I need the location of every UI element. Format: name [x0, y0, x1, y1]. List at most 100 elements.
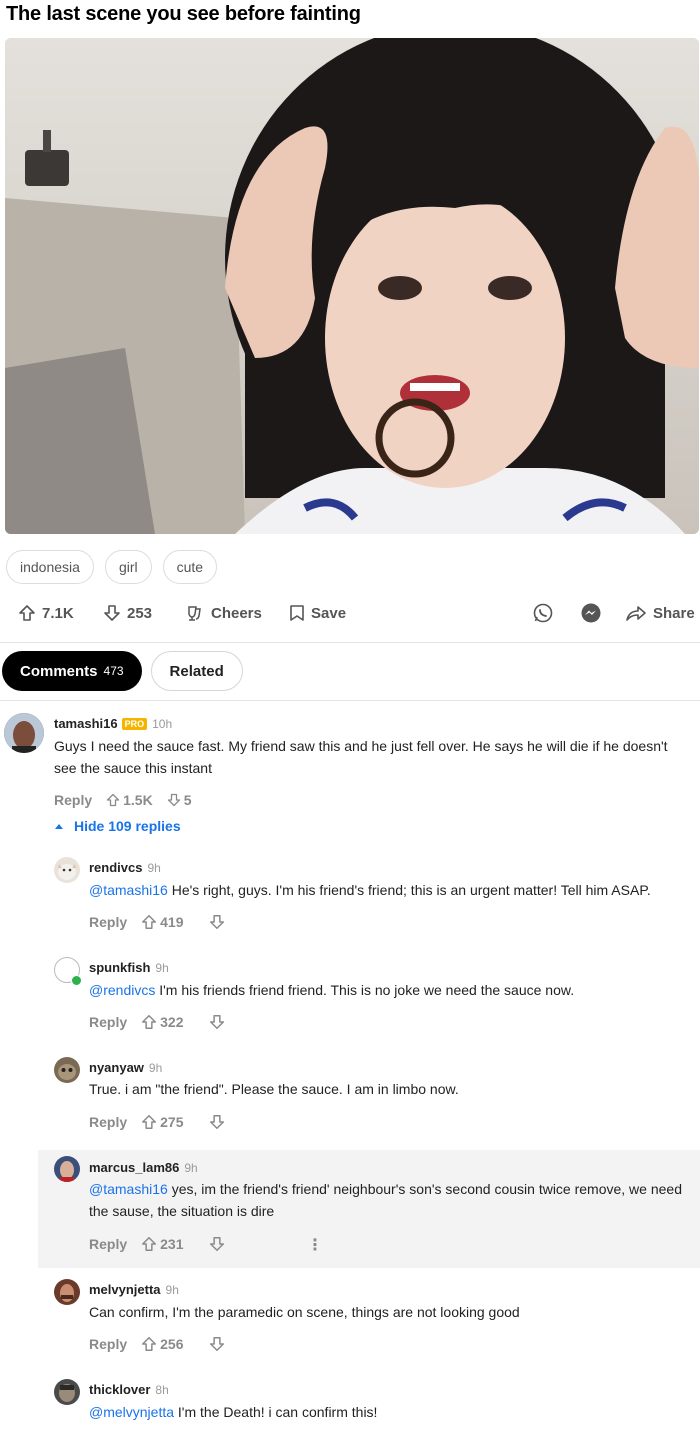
reply-button[interactable]: Reply [89, 1236, 127, 1252]
comment-author: tamashi16 PRO 10h [54, 716, 172, 731]
avatar[interactable] [54, 1279, 80, 1305]
downvote-button[interactable] [209, 914, 225, 930]
comment-time: 10h [152, 717, 173, 731]
username[interactable]: melvynjetta [89, 1282, 161, 1297]
bookmark-icon [290, 605, 304, 621]
share-button[interactable]: Share [625, 596, 695, 630]
reply-actions: Reply 275 [89, 1112, 239, 1132]
hide-replies-label: Hide 109 replies [74, 818, 181, 834]
tag-chip[interactable]: girl [104, 550, 152, 584]
reply-button[interactable]: Reply [89, 914, 127, 930]
arrow-up-icon [19, 605, 35, 621]
upvote-button[interactable]: 419 [141, 914, 183, 930]
divider [0, 700, 700, 701]
reply-author: spunkfish 9h [89, 960, 169, 975]
reply-text: Can confirm, I'm the paramedic on scene,… [89, 1301, 697, 1323]
cheers-button[interactable]: Cheers [185, 596, 262, 630]
arrow-up-icon [142, 1336, 157, 1352]
upvote-button[interactable]: 275 [141, 1114, 183, 1130]
reply-button[interactable]: Reply [54, 792, 92, 808]
post-image-illustration [5, 38, 699, 534]
mention-link[interactable]: @tamashi16 [89, 1181, 168, 1197]
mention-link[interactable]: @rendivcs [89, 982, 155, 998]
downvote-button[interactable]: 253 [103, 596, 152, 630]
mention-link[interactable]: @melvynjetta [89, 1404, 174, 1420]
username[interactable]: thicklover [89, 1382, 150, 1397]
arrow-down-icon [167, 793, 180, 807]
avatar-image [4, 713, 44, 753]
downvote-button[interactable] [209, 1336, 225, 1352]
arrow-down-icon [104, 605, 120, 621]
downvote-count: 5 [183, 792, 192, 808]
upvote-button[interactable]: 256 [141, 1336, 183, 1352]
post-image[interactable] [5, 38, 699, 534]
reply-body: Can confirm, I'm the paramedic on scene,… [89, 1304, 520, 1320]
save-button[interactable]: Save [289, 596, 346, 630]
reply-button[interactable]: Reply [89, 1014, 127, 1030]
whatsapp-share-button[interactable] [532, 596, 554, 630]
avatar[interactable] [4, 713, 44, 753]
tag-chip[interactable]: indonesia [6, 550, 94, 584]
reply-text: @tamashi16 He's right, guys. I'm his fri… [89, 879, 697, 901]
upvote-count: 1.5K [123, 792, 153, 808]
avatar[interactable] [54, 1057, 80, 1083]
upvote-button[interactable]: 231 [141, 1236, 183, 1252]
upvote-count: 275 [160, 1114, 184, 1130]
avatar-image [54, 1057, 80, 1083]
share-label: Share [653, 604, 695, 622]
downvote-button[interactable] [209, 1114, 225, 1130]
arrow-down-icon [210, 1236, 225, 1252]
upvote-button[interactable]: 7.1K [18, 596, 74, 630]
arrow-down-icon [210, 1014, 225, 1030]
reply-button[interactable]: Reply [89, 1336, 127, 1352]
comment-text: Guys I need the sauce fast. My friend sa… [54, 738, 668, 776]
online-status-dot [71, 975, 82, 986]
upvote-button[interactable]: 322 [141, 1014, 183, 1030]
reply-body: I'm his friends friend friend. This is n… [155, 982, 575, 998]
tab-related-label: Related [169, 662, 224, 680]
comment-time: 9h [165, 1283, 179, 1297]
downvote-button[interactable] [209, 1236, 225, 1252]
tab-related[interactable]: Related [150, 651, 243, 691]
comment-time: 9h [155, 961, 169, 975]
arrow-up-icon [142, 1014, 157, 1030]
reply-author: rendivcs 9h [89, 860, 161, 875]
comment-tabs: Comments 473 Related [2, 651, 243, 691]
post-action-bar: 7.1K 253 Cheers Save Share [0, 596, 700, 630]
username[interactable]: nyanyaw [89, 1060, 144, 1075]
messenger-share-button[interactable] [580, 596, 602, 630]
username[interactable]: rendivcs [89, 860, 142, 875]
upvote-button[interactable]: 1.5K [106, 792, 153, 808]
divider [0, 642, 700, 643]
reply-text: @melvynjetta I'm the Death! i can confir… [89, 1401, 697, 1423]
post-title: The last scene you see before fainting [6, 3, 361, 25]
upvote-count: 231 [160, 1236, 184, 1252]
username[interactable]: tamashi16 [54, 716, 118, 731]
tab-comments[interactable]: Comments 473 [2, 651, 142, 691]
reply-text: @rendivcs I'm his friends friend friend.… [89, 979, 697, 1001]
upvote-count: 7.1K [42, 604, 74, 622]
mention-link[interactable]: @tamashi16 [89, 882, 168, 898]
avatar[interactable] [54, 1379, 80, 1405]
reply-actions: Reply 322 [89, 1012, 239, 1032]
avatar[interactable] [54, 957, 82, 986]
more-options-icon[interactable]: ⋮ [307, 1235, 323, 1255]
comment-time: 9h [148, 1061, 163, 1075]
tag-chip[interactable]: cute [162, 550, 218, 584]
avatar-image [54, 1279, 80, 1305]
cheers-label: Cheers [211, 604, 262, 622]
avatar[interactable] [54, 857, 80, 883]
username[interactable]: marcus_lam86 [89, 1160, 179, 1175]
arrow-down-icon [210, 914, 225, 930]
downvote-button[interactable] [209, 1014, 225, 1030]
reply-author: thicklover 8h [89, 1382, 169, 1397]
username[interactable]: spunkfish [89, 960, 150, 975]
hide-replies-button[interactable]: Hide 109 replies [54, 818, 181, 834]
avatar[interactable] [54, 1156, 80, 1182]
reply-button[interactable]: Reply [89, 1114, 127, 1130]
comment-time: 9h [147, 861, 161, 875]
avatar-image [54, 1379, 80, 1405]
reply-actions: Reply 419 [89, 912, 239, 932]
arrow-up-icon [142, 1114, 157, 1130]
downvote-button[interactable]: 5 [167, 792, 192, 808]
